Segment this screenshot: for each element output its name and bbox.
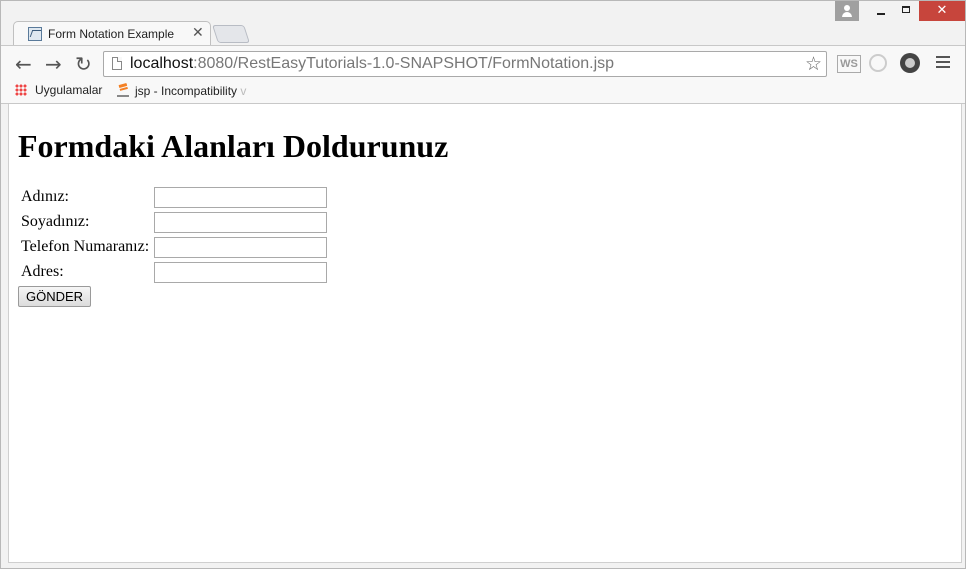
address-input[interactable] — [154, 262, 327, 283]
tab-title: Form Notation Example — [48, 27, 175, 41]
minimize-button[interactable] — [867, 1, 895, 21]
bookmark-apps-label: Uygulamalar — [35, 83, 103, 97]
apps-grid-icon — [15, 84, 27, 96]
phone-input[interactable] — [154, 237, 327, 258]
page-title: Formdaki Alanları Doldurunuz — [18, 128, 449, 164]
stackoverflow-icon — [117, 83, 129, 97]
surname-input[interactable] — [154, 212, 327, 233]
bookmark-jsp-fade: v — [237, 84, 247, 98]
title-bar: Form Notation Example ✕ ✕ — [1, 1, 965, 47]
url-text[interactable]: localhost:8080/RestEasyTutorials-1.0-SNA… — [130, 55, 614, 73]
form-row-address: Adres: — [18, 261, 348, 283]
phone-label: Telefon Numaranız: — [21, 238, 150, 255]
page-icon — [112, 57, 122, 70]
reload-icon[interactable]: ↻ — [75, 52, 92, 76]
maximize-button[interactable] — [893, 1, 921, 21]
form-row-phone: Telefon Numaranız: — [18, 236, 348, 258]
bookmark-star-icon[interactable]: ☆ — [805, 53, 822, 75]
profile-icon[interactable] — [835, 1, 859, 21]
browser-window: Form Notation Example ✕ ✕ ← → ↻ localhos… — [0, 0, 966, 569]
new-tab-button[interactable] — [212, 25, 250, 43]
address-bar[interactable]: localhost:8080/RestEasyTutorials-1.0-SNA… — [103, 51, 827, 77]
page-favicon-icon — [28, 27, 42, 41]
close-window-button[interactable]: ✕ — [919, 1, 965, 21]
submit-button[interactable]: GÖNDER — [18, 286, 92, 307]
bookmarks-bar: Uygulamalar jsp - Incompatibility v — [1, 81, 965, 104]
address-label: Adres: — [21, 263, 64, 280]
url-host: localhost — [130, 55, 194, 72]
tab-close-icon[interactable]: ✕ — [192, 25, 204, 41]
url-path: :8080/RestEasyTutorials-1.0-SNAPSHOT/For… — [193, 55, 615, 72]
page-content: Formdaki Alanları Doldurunuz Adınız: Soy… — [8, 104, 962, 563]
browser-tab[interactable]: Form Notation Example ✕ — [13, 21, 211, 47]
ws-extension-icon[interactable]: WS — [837, 55, 861, 73]
film-reel-extension-icon[interactable] — [900, 53, 920, 73]
menu-icon[interactable] — [936, 54, 950, 70]
form-row-surname: Soyadınız: — [18, 211, 348, 233]
extension-icon[interactable] — [869, 54, 887, 72]
bookmark-jsp-label: jsp - Incompatibility — [135, 84, 238, 98]
name-label: Adınız: — [21, 188, 69, 205]
surname-label: Soyadınız: — [21, 213, 90, 230]
bookmark-apps[interactable]: Uygulamalar — [15, 83, 102, 97]
form-row-name: Adınız: — [18, 186, 348, 208]
forward-arrow-icon[interactable]: → — [45, 52, 62, 76]
back-arrow-icon[interactable]: ← — [15, 52, 32, 76]
browser-toolbar: ← → ↻ localhost:8080/RestEasyTutorials-1… — [1, 45, 965, 82]
bookmark-jsp[interactable]: jsp - Incompatibility v — [117, 83, 246, 98]
name-input[interactable] — [154, 187, 327, 208]
